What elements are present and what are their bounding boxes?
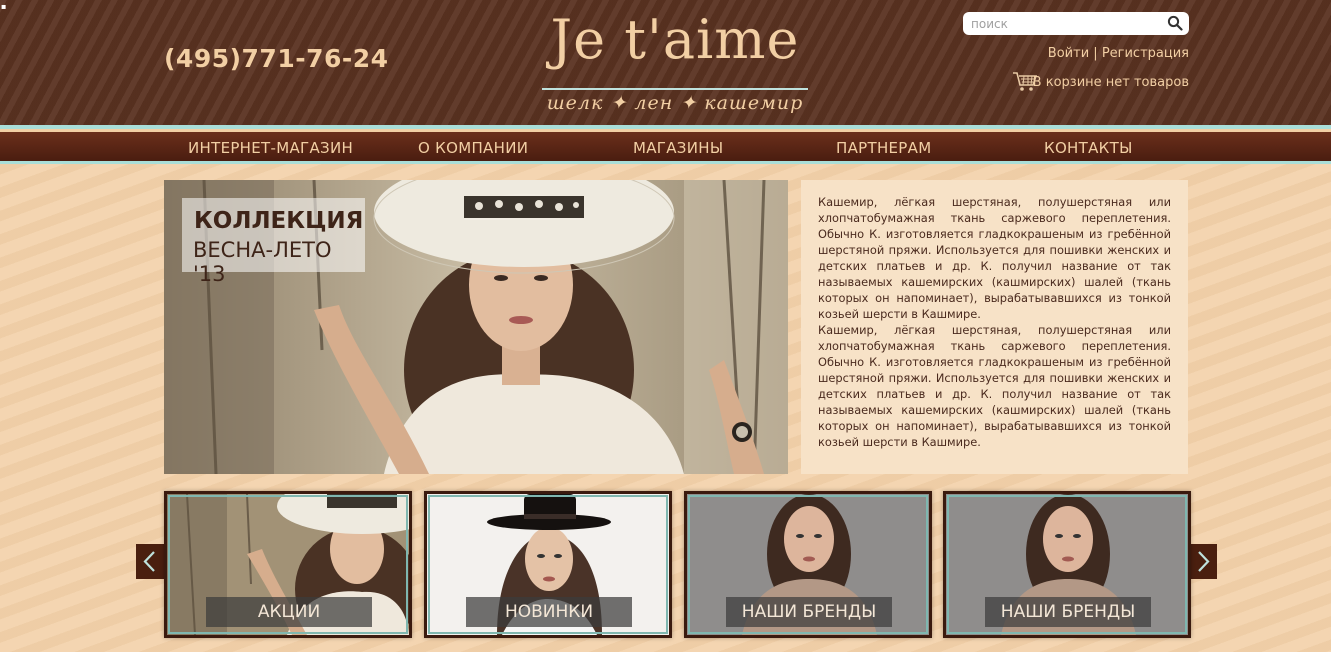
logo-title: Je t'aime <box>550 8 800 71</box>
logo-tagline: шелк ✦ лен ✦ кашемир <box>546 92 804 114</box>
about-paragraph: Кашемир, лёгкая шерстяная, полушерстяная… <box>818 323 1171 449</box>
cart[interactable]: В корзине нет товаров <box>1012 70 1189 94</box>
tile-promotions[interactable]: АКЦИИ <box>164 491 412 638</box>
site-logo[interactable]: Je t'aime шелк ✦ лен ✦ кашемир <box>540 8 810 116</box>
hero-caption-title: КОЛЛЕКЦИЯ <box>194 208 364 234</box>
carousel-next-button[interactable] <box>1189 544 1217 579</box>
phone-number: (495)771-76-24 <box>164 44 389 73</box>
about-text-box: Кашемир, лёгкая шерстяная, полушерстяная… <box>801 180 1188 474</box>
cart-status: В корзине нет товаров <box>1032 75 1189 90</box>
search-input[interactable] <box>971 14 1161 33</box>
nav-item-partners[interactable]: ПАРТНЕРАМ <box>836 139 931 157</box>
register-link[interactable]: Регистрация <box>1102 46 1189 61</box>
auth-links: Войти | Регистрация <box>1000 46 1189 61</box>
hero-banner[interactable]: КОЛЛЕКЦИЯ ВЕСНА-ЛЕТО '13 <box>164 180 788 474</box>
search-box <box>963 12 1189 35</box>
carousel-prev-button[interactable] <box>136 544 164 579</box>
tile-brands[interactable]: НАШИ БРЕНДЫ <box>943 491 1191 638</box>
tile-label: НАШИ БРЕНДЫ <box>985 597 1151 627</box>
tile-brands[interactable]: НАШИ БРЕНДЫ <box>684 491 932 638</box>
hero-caption: КОЛЛЕКЦИЯ ВЕСНА-ЛЕТО '13 <box>182 198 365 286</box>
logo-divider <box>542 88 808 90</box>
about-paragraph: Кашемир, лёгкая шерстяная, полушерстяная… <box>818 195 1171 321</box>
auth-separator: | <box>1093 46 1098 61</box>
tile-label: НОВИНКИ <box>466 597 632 627</box>
site-header: ▪ (495)771-76-24 Je t'aime шелк ✦ лен ✦ … <box>0 0 1331 125</box>
nav-item-about[interactable]: О КОМПАНИИ <box>418 139 528 157</box>
tile-label: АКЦИИ <box>206 597 372 627</box>
nav-item-stores[interactable]: МАГАЗИНЫ <box>633 139 723 157</box>
search-icon[interactable] <box>1167 15 1183 31</box>
hero-caption-subtitle: ВЕСНА-ЛЕТО '13 <box>193 238 332 286</box>
nav-item-contacts[interactable]: КОНТАКТЫ <box>1044 139 1133 157</box>
main-nav: ИНТЕРНЕТ-МАГАЗИН О КОМПАНИИ МАГАЗИНЫ ПАР… <box>0 132 1331 161</box>
chevron-right-icon <box>1189 544 1217 579</box>
tile-new-arrivals[interactable]: НОВИНКИ <box>424 491 672 638</box>
nav-item-shop[interactable]: ИНТЕРНЕТ-МАГАЗИН <box>188 139 353 157</box>
login-link[interactable]: Войти <box>1048 46 1089 61</box>
tile-label: НАШИ БРЕНДЫ <box>726 597 892 627</box>
chevron-left-icon <box>136 544 164 579</box>
corner-mark: ▪ <box>1 2 7 11</box>
